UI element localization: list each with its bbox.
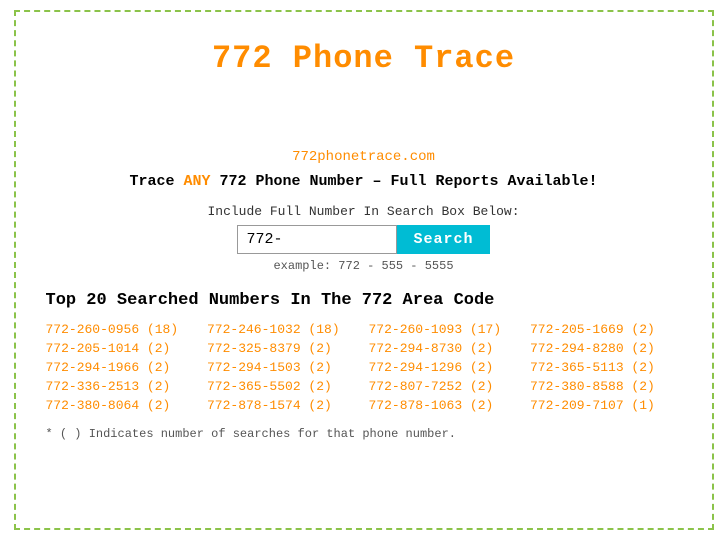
- site-url-link[interactable]: 772phonetrace.com: [292, 149, 435, 165]
- numbers-grid: 772-260-0956 (18) 772-246-1032 (18) 772-26…: [46, 322, 682, 413]
- number-link[interactable]: 772-878-1063 (2): [369, 398, 521, 413]
- number-link[interactable]: 772-294-1966 (2): [46, 360, 198, 375]
- number-link[interactable]: 772-325-8379 (2): [207, 341, 359, 356]
- number-link[interactable]: 772-260-0956 (18): [46, 322, 198, 337]
- search-label: Include Full Number In Search Box Below:: [46, 204, 682, 219]
- section-title: Top 20 Searched Numbers In The 772 Area …: [46, 291, 682, 310]
- number-link[interactable]: 772-205-1669 (2): [530, 322, 682, 337]
- tagline-suffix: 772 Phone Number – Full Reports Availabl…: [210, 173, 597, 190]
- search-button[interactable]: Search: [397, 225, 489, 254]
- search-row: Search: [46, 225, 682, 254]
- number-link[interactable]: 772-294-1296 (2): [369, 360, 521, 375]
- site-link-container: 772phonetrace.com: [46, 147, 682, 165]
- number-link[interactable]: 772-807-7252 (2): [369, 379, 521, 394]
- search-example: example: 772 - 555 - 5555: [46, 259, 682, 273]
- number-link[interactable]: 772-260-1093 (17): [369, 322, 521, 337]
- main-container: 772 Phone Trace 772phonetrace.com Trace …: [14, 10, 714, 530]
- number-link[interactable]: 772-205-1014 (2): [46, 341, 198, 356]
- footnote: * ( ) Indicates number of searches for t…: [46, 427, 682, 441]
- number-link[interactable]: 772-365-5113 (2): [530, 360, 682, 375]
- number-link[interactable]: 772-365-5502 (2): [207, 379, 359, 394]
- tagline: Trace ANY 772 Phone Number – Full Report…: [46, 173, 682, 190]
- number-link[interactable]: 772-380-8588 (2): [530, 379, 682, 394]
- number-link[interactable]: 772-294-8280 (2): [530, 341, 682, 356]
- number-link[interactable]: 772-294-1503 (2): [207, 360, 359, 375]
- number-link[interactable]: 772-209-7107 (1): [530, 398, 682, 413]
- number-link[interactable]: 772-294-8730 (2): [369, 341, 521, 356]
- number-link[interactable]: 772-878-1574 (2): [207, 398, 359, 413]
- number-link[interactable]: 772-380-8064 (2): [46, 398, 198, 413]
- number-link[interactable]: 772-246-1032 (18): [207, 322, 359, 337]
- page-title: 772 Phone Trace: [46, 22, 682, 87]
- tagline-prefix: Trace: [129, 173, 183, 190]
- search-input[interactable]: [237, 225, 397, 254]
- number-link[interactable]: 772-336-2513 (2): [46, 379, 198, 394]
- tagline-any: ANY: [183, 173, 210, 190]
